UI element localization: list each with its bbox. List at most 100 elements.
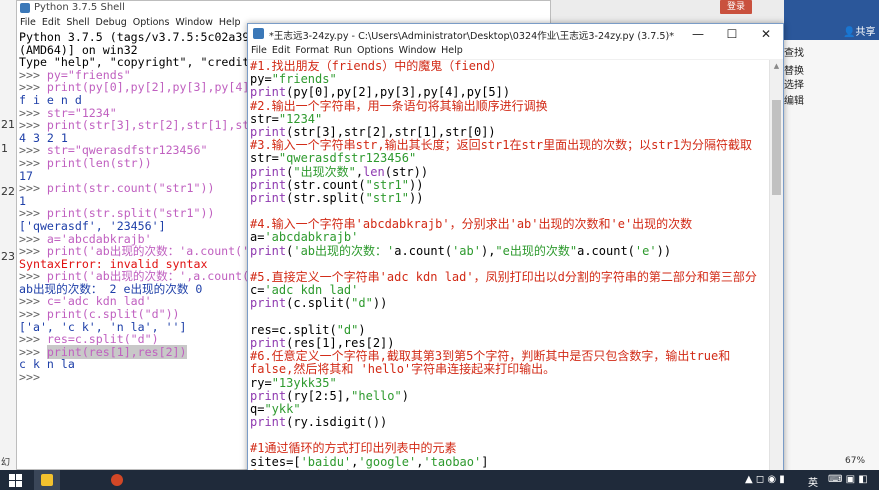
code-token-str: "e出现的次数"	[495, 243, 578, 258]
share-button[interactable]: 👤共享	[843, 23, 875, 38]
code-line: print('ab出现的次数：'a.count('ab'),"e出现的次数"a.…	[250, 243, 770, 258]
code-token-code: ,	[355, 164, 364, 179]
code-token-code: ))	[408, 177, 424, 192]
code-token-str: "friends"	[271, 72, 337, 87]
margin-number: 21	[1, 118, 15, 131]
code-token-bi: print	[250, 177, 287, 192]
code-token-code: str=	[250, 111, 279, 126]
windows-start-icon[interactable]	[4, 470, 24, 490]
code-token-str: "1234"	[278, 111, 323, 126]
tray-icons[interactable]: ▲ ◻ ◉ ▮	[745, 474, 785, 485]
shell-menu-help[interactable]: Help	[218, 16, 242, 29]
code-token-bi: print	[250, 190, 287, 205]
shell-input: print(str.count("str1"))	[46, 181, 215, 196]
code-token-str: 'adc kdn lad'	[264, 283, 359, 298]
code-token-code: ))	[372, 296, 388, 311]
code-token-str: 'baidu'	[300, 454, 352, 469]
editor-menu-file[interactable]: File	[251, 44, 267, 57]
editor-titlebar[interactable]: *王志远3-24zy.py - C:\Users\Administrator\D…	[248, 24, 783, 44]
code-line: print(ry[2:5],"hello")	[250, 388, 770, 403]
editor-menu-options[interactable]: Options	[357, 44, 394, 57]
ime-indicator[interactable]: 英	[808, 474, 818, 489]
code-token-code: str=	[250, 151, 279, 166]
taskbar-powerpoint-app[interactable]	[104, 470, 130, 490]
code-token-bi: print	[250, 388, 287, 403]
code-token-bi: print	[250, 124, 287, 139]
code-token-str: "13ykk35"	[271, 375, 337, 390]
editor-menu-window[interactable]: Window	[399, 44, 436, 57]
ribbon-find[interactable]: 查找	[784, 44, 804, 59]
code-token-code: q=	[250, 401, 265, 416]
code-token-str: "出现次数"	[293, 164, 356, 179]
code-token-cmt: #2.输出一个字符串，用一条语句将其输出顺序进行调换	[250, 98, 548, 113]
shell-menu-window[interactable]: Window	[174, 16, 213, 29]
code-token-code: a=	[250, 230, 265, 245]
code-token-cmt: #1通过循环的方式打印出列表中的元素	[250, 441, 457, 456]
editor-menu-run[interactable]: Run	[334, 44, 352, 57]
python-icon	[253, 28, 264, 39]
taskbar: ▲ ◻ ◉ ▮ 英 ⌨ ▣ ◧	[0, 470, 879, 490]
margin-number: 23	[1, 250, 15, 263]
code-token-str: "d"	[336, 322, 359, 337]
taskbar-python-app[interactable]	[34, 470, 60, 490]
shell-input: print(len(str))	[46, 155, 152, 170]
tray-right-icons[interactable]: ⌨ ▣ ◧	[828, 474, 868, 485]
code-token-str: "d"	[351, 296, 373, 311]
editor-menu-format[interactable]: Format	[295, 44, 328, 57]
shell-menu-shell[interactable]: Shell	[65, 16, 90, 29]
code-line: print(c.split("d"))	[250, 297, 770, 310]
code-token-str: 'e'	[634, 243, 657, 258]
editor-title: *王志远3-24zy.py - C:\Users\Administrator\D…	[269, 31, 675, 42]
code-line: print(ry.isdigit())	[250, 415, 770, 429]
code-token-code: (str.split(	[286, 190, 366, 205]
code-token-str: 'google'	[358, 454, 417, 469]
minimize-button[interactable]: —	[681, 24, 715, 44]
code-token-str: 'taobao'	[423, 454, 482, 469]
maximize-button[interactable]: ☐	[715, 24, 749, 44]
code-token-cmt: false,然后将其和 'hello'字符串连接起来打印输出。	[250, 362, 556, 377]
editor-menu-edit[interactable]: Edit	[272, 44, 290, 57]
shell-menu-options[interactable]: Options	[132, 16, 171, 29]
editor-menu-help[interactable]: Help	[441, 44, 463, 57]
code-token-str: "str1"	[365, 177, 409, 192]
code-token-code: sites=[	[250, 454, 301, 469]
shell-titlebar[interactable]: Python 3.7.5 Shell	[17, 1, 550, 16]
code-token-cmt: #3.输入一个字符串str,输出其长度；返回str1在str里面出现的次数；以s…	[250, 138, 753, 153]
scroll-up-icon[interactable]: ▲	[770, 60, 783, 73]
margin-number: 22	[1, 185, 15, 198]
code-token-bi: print	[250, 243, 287, 258]
code-token-str: 'ab'	[452, 243, 481, 258]
shell-menu-file[interactable]: File	[19, 16, 37, 29]
code-token-code: (str))	[384, 164, 429, 179]
zoom-level: 67%	[845, 456, 866, 466]
code-token-code: (c.split(	[286, 296, 352, 311]
editor-window: *王志远3-24zy.py - C:\Users\Administrator\D…	[247, 23, 784, 490]
editor-scrollbar[interactable]: ▲ ▼	[769, 60, 783, 489]
shell-title: Python 3.7.5 Shell	[34, 2, 125, 13]
code-token-cmt: #5.直接定义一个字符串'adc kdn lad'，凤别打印出以d分割的字符串的…	[250, 270, 757, 284]
ribbon-select[interactable]: 选择	[784, 76, 804, 91]
close-button[interactable]: ✕	[749, 24, 783, 44]
code-token-code: (str.count(	[286, 177, 366, 192]
code-token-code: )	[401, 388, 409, 403]
code-token-code: (str[3],str[2],str[1],str[0])	[286, 124, 496, 139]
scrollbar-thumb[interactable]	[772, 100, 781, 195]
ribbon-replace[interactable]: 替换	[784, 62, 804, 77]
code-token-str: "ykk"	[264, 401, 301, 416]
code-token-code: res=c.split(	[250, 322, 337, 337]
code-token-cmt: #4.输入一个字符串'abcdabkrajb'，分别求出'ab'出现的次数和'e…	[250, 217, 693, 232]
code-line: #2.输出一个字符串，用一条语句将其输出顺序进行调换	[250, 98, 770, 113]
code-token-code: (res[1],res[2])	[286, 335, 395, 350]
code-token-code: c=	[250, 283, 265, 298]
editor-code-area[interactable]: #1.找出朋友（friends）中的魔鬼（fiend） py="friends" p…	[250, 60, 770, 489]
login-button[interactable]: 登录	[720, 0, 752, 14]
code-token-code: ),	[480, 243, 496, 258]
shell-menu-edit[interactable]: Edit	[41, 16, 61, 29]
margin-number: 1	[1, 142, 8, 155]
window-controls: — ☐ ✕	[681, 24, 783, 44]
code-token-code: ))	[408, 190, 424, 205]
code-token-code: a.count(	[577, 243, 635, 258]
person-icon: 👤	[843, 27, 856, 38]
shell-menu-debug[interactable]: Debug	[95, 16, 128, 29]
code-token-str: "str1"	[365, 190, 409, 205]
